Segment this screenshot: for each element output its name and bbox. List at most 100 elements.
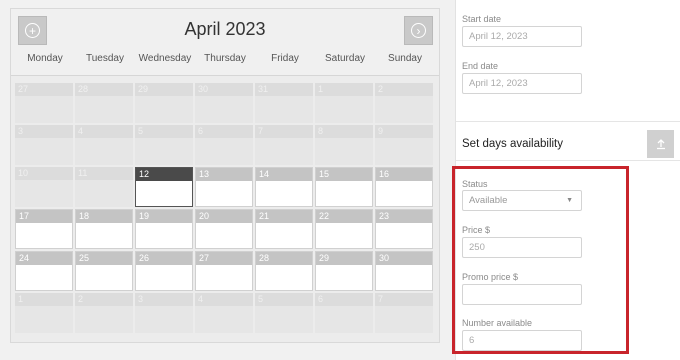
number-available-input[interactable]: 6 [462,330,582,351]
day-cell[interactable]: 30 [195,83,253,123]
day-cell[interactable]: 29 [315,251,373,291]
dropdown-arrow-icon: ▼ [566,197,573,204]
day-cell[interactable]: 1 [15,293,73,333]
day-cell[interactable]: 17 [15,209,73,249]
day-cell[interactable]: 27 [195,251,253,291]
day-number: 19 [136,210,192,223]
day-cell[interactable]: 1 [315,83,373,123]
weekday-label: Wednesday [138,53,192,64]
day-cell[interactable]: 30 [375,251,433,291]
day-cell[interactable]: 24 [15,251,73,291]
day-cell[interactable]: 13 [195,167,253,207]
day-cell[interactable]: 19 [135,209,193,249]
status-select[interactable]: Available ▼ [462,190,582,211]
day-number: 7 [255,125,313,138]
day-number: 7 [375,293,433,306]
day-cell[interactable]: 6 [195,125,253,165]
day-number: 27 [15,83,73,96]
day-cell-body [255,138,313,165]
day-cell-body [255,306,313,333]
day-cell-body [15,306,73,333]
day-cell[interactable]: 23 [375,209,433,249]
price-input[interactable]: 250 [462,237,582,258]
day-cell[interactable]: 26 [135,251,193,291]
availability-panel: Start date April 12, 2023 End date April… [455,0,680,360]
day-cell[interactable]: 16 [375,167,433,207]
day-cell[interactable]: 2 [75,293,133,333]
day-cell[interactable]: 7 [255,125,313,165]
day-cell[interactable]: 11 [75,167,133,207]
day-cell-body [15,96,73,123]
day-cell-body [75,96,133,123]
day-cell-body [75,306,133,333]
day-cell[interactable]: 25 [75,251,133,291]
day-cell-body [375,96,433,123]
day-cell[interactable]: 7 [375,293,433,333]
section-title: Set days availability [462,138,563,150]
day-number: 11 [75,167,133,180]
day-number: 29 [316,252,372,265]
divider [456,121,680,122]
day-cell-body [135,96,193,123]
day-number: 8 [315,125,373,138]
day-cell[interactable]: 29 [135,83,193,123]
day-cell-selected[interactable]: 12 [135,167,193,207]
day-number: 6 [195,125,253,138]
calendar-header: + April 2023 › [11,9,439,76]
day-number: 4 [195,293,253,306]
day-number: 30 [195,83,253,96]
day-cell[interactable]: 21 [255,209,313,249]
day-cell[interactable]: 15 [315,167,373,207]
day-cell[interactable]: 22 [315,209,373,249]
day-cell-body [315,138,373,165]
upload-button[interactable] [647,130,674,158]
start-date-field[interactable]: April 12, 2023 [462,26,582,47]
day-number: 27 [196,252,252,265]
day-number: 14 [256,168,312,181]
end-date-field[interactable]: April 12, 2023 [462,73,582,94]
day-number: 2 [75,293,133,306]
day-number: 21 [256,210,312,223]
day-cell[interactable]: 10 [15,167,73,207]
day-cell[interactable]: 3 [135,293,193,333]
day-number: 17 [16,210,72,223]
weekday-label: Thursday [204,53,246,64]
day-cell[interactable]: 28 [75,83,133,123]
day-cell[interactable]: 9 [375,125,433,165]
day-cell[interactable]: 8 [315,125,373,165]
day-number: 25 [76,252,132,265]
day-cell-body [135,306,193,333]
day-cell[interactable]: 3 [15,125,73,165]
day-cell[interactable]: 6 [315,293,373,333]
day-cell[interactable]: 27 [15,83,73,123]
day-cell-body [15,180,73,207]
day-cell[interactable]: 18 [75,209,133,249]
day-cell[interactable]: 5 [135,125,193,165]
day-cell[interactable]: 20 [195,209,253,249]
day-number: 4 [75,125,133,138]
days-availability-section: Set days availability [456,130,680,160]
day-cell[interactable]: 4 [75,125,133,165]
day-number: 6 [315,293,373,306]
day-number: 1 [315,83,373,96]
promo-price-input[interactable] [462,284,582,305]
day-cell[interactable]: 4 [195,293,253,333]
day-number: 1 [15,293,73,306]
month-title: April 2023 [184,19,266,39]
day-cell-body [375,306,433,333]
day-number: 16 [376,168,432,181]
weekday-label: Saturday [324,53,366,64]
day-cell-body [255,96,313,123]
weekday-label: Tuesday [86,53,124,64]
day-number: 26 [136,252,192,265]
day-cell[interactable]: 5 [255,293,313,333]
day-cell[interactable]: 2 [375,83,433,123]
day-cell[interactable]: 28 [255,251,313,291]
day-number: 23 [376,210,432,223]
day-cell[interactable]: 31 [255,83,313,123]
day-number: 12 [136,168,192,181]
next-month-button[interactable]: › [404,16,433,45]
day-number: 3 [135,293,193,306]
day-cell[interactable]: 14 [255,167,313,207]
weekday-label: Sunday [388,53,422,64]
